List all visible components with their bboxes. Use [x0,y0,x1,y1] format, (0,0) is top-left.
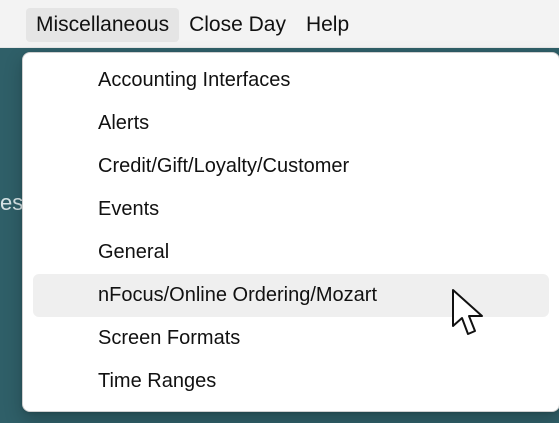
menu-item-screen-formats[interactable]: Screen Formats [33,317,549,360]
menu-item-events[interactable]: Events [33,188,549,231]
menu-bar: Miscellaneous Close Day Help [0,0,559,48]
miscellaneous-dropdown-menu: Accounting Interfaces Alerts Credit/Gift… [22,52,559,412]
menu-bar-items: Miscellaneous Close Day Help [26,8,359,42]
menu-item-time-ranges[interactable]: Time Ranges [33,360,549,403]
menu-close-day[interactable]: Close Day [179,8,296,42]
menu-miscellaneous[interactable]: Miscellaneous [26,8,180,42]
menu-item-nfocus-online-ordering-mozart[interactable]: nFocus/Online Ordering/Mozart [33,274,549,317]
menu-item-credit-gift-loyalty-customer[interactable]: Credit/Gift/Loyalty/Customer [33,145,549,188]
menu-help[interactable]: Help [296,8,359,42]
background-text-fragment: es [0,190,24,215]
menu-item-accounting-interfaces[interactable]: Accounting Interfaces [33,59,549,102]
menu-item-alerts[interactable]: Alerts [33,102,549,145]
menu-item-general[interactable]: General [33,231,549,274]
